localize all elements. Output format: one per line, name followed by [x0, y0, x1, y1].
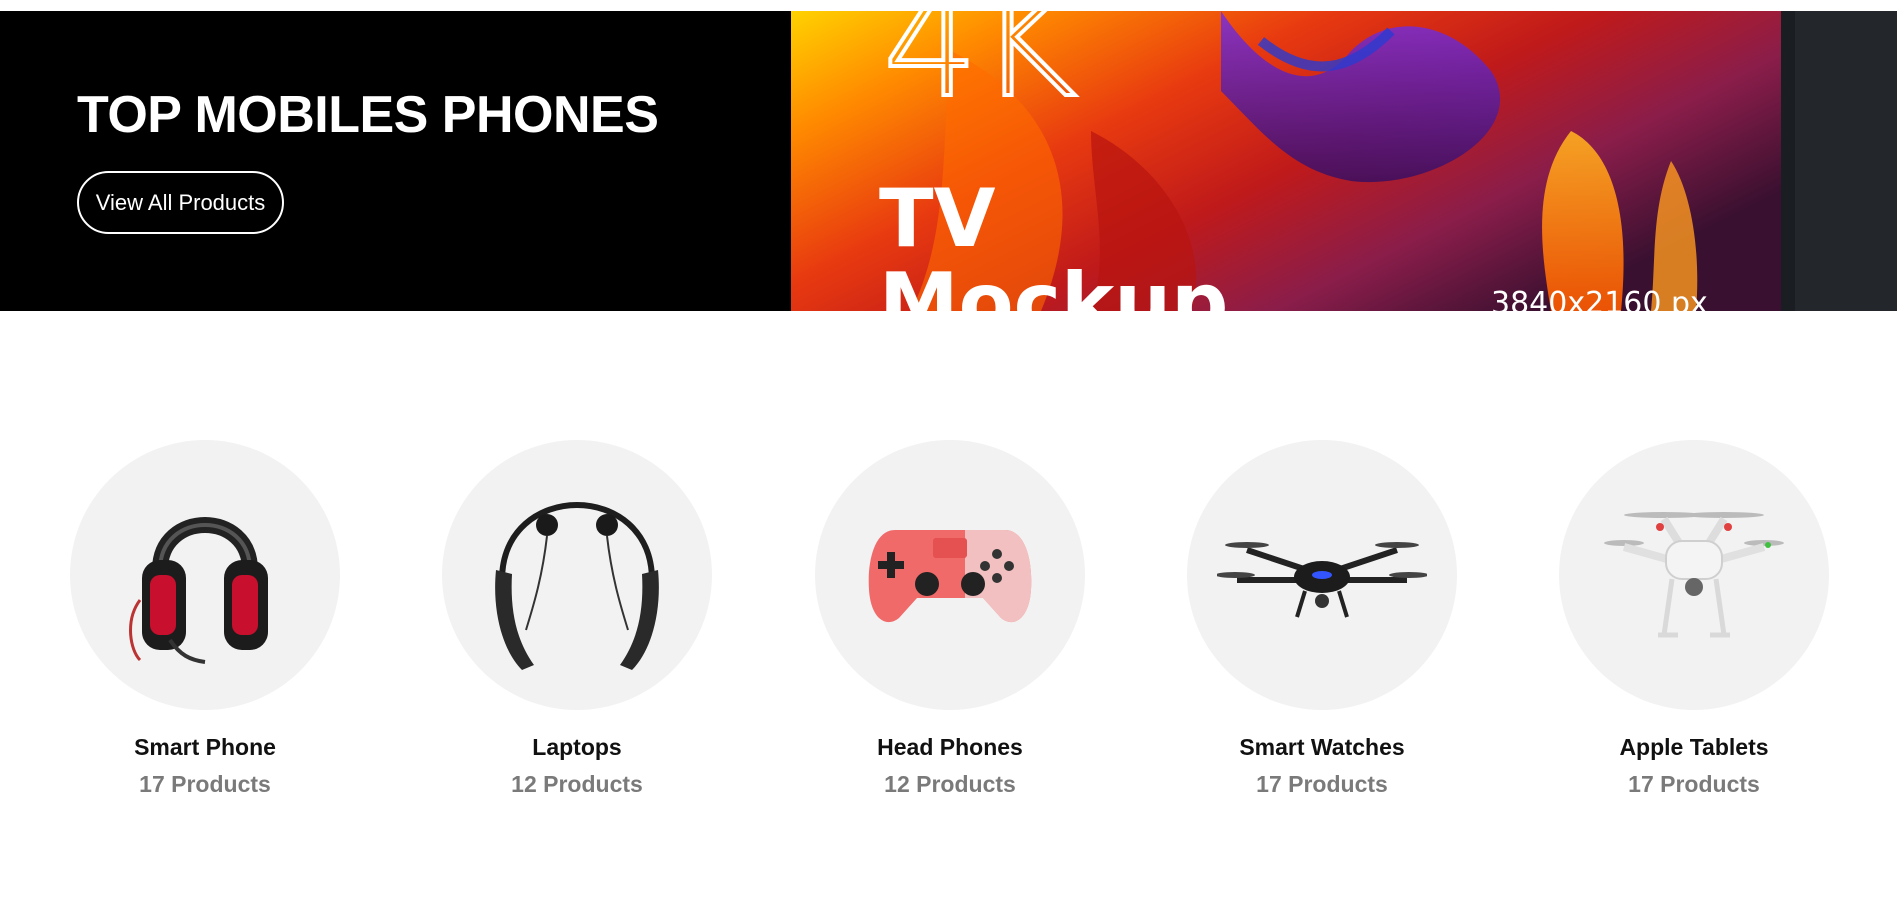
category-item[interactable]: Smart Watches 17 Products: [1187, 440, 1457, 798]
category-name[interactable]: Apple Tablets: [1559, 734, 1829, 761]
mockup-4k-text: 4K: [881, 11, 1079, 131]
banner-text-panel: TOP MOBILES PHONES View All Products: [0, 11, 791, 311]
category-name[interactable]: Laptops: [442, 734, 712, 761]
category-count: 17 Products: [1628, 771, 1760, 797]
category-count: 17 Products: [139, 771, 271, 797]
category-count: 12 Products: [511, 771, 643, 797]
category-item[interactable]: Apple Tablets 17 Products: [1559, 440, 1829, 798]
category-item[interactable]: Smart Phone 17 Products: [70, 440, 340, 798]
white-drone-image: [1604, 512, 1784, 638]
category-name[interactable]: Smart Watches: [1187, 734, 1457, 761]
neckband-earphones-image: [495, 502, 659, 670]
category-item[interactable]: Laptops 12 Products: [442, 440, 712, 798]
headphones-image: [129, 517, 268, 664]
tv-mockup-image: 4K TV Mockup 3840x2160 px: [791, 11, 1897, 311]
category-list: Smart Phone 17 Products Laptops 12 Produ…: [0, 440, 1897, 820]
banner-title: TOP MOBILES PHONES: [77, 86, 659, 144]
mockup-resolution: 3840x2160 px: [1491, 286, 1708, 312]
category-count: 17 Products: [1256, 771, 1388, 797]
mockup-title-line1: TV: [879, 172, 996, 265]
category-thumbnail[interactable]: [1187, 440, 1457, 710]
category-count: 12 Products: [884, 771, 1016, 797]
category-thumbnail[interactable]: [815, 440, 1085, 710]
view-all-products-button[interactable]: View All Products: [77, 171, 284, 234]
category-thumbnail[interactable]: [442, 440, 712, 710]
category-name[interactable]: Head Phones: [815, 734, 1085, 761]
hero-banner: TOP MOBILES PHONES View All Products 4K …: [0, 11, 1897, 311]
drone-image: [1217, 542, 1427, 618]
category-thumbnail[interactable]: [70, 440, 340, 710]
game-controller-image: [868, 530, 1032, 623]
category-item[interactable]: Head Phones 12 Products: [815, 440, 1085, 798]
category-name[interactable]: Smart Phone: [70, 734, 340, 761]
category-thumbnail[interactable]: [1559, 440, 1829, 710]
mockup-title-line2: Mockup: [879, 256, 1229, 312]
